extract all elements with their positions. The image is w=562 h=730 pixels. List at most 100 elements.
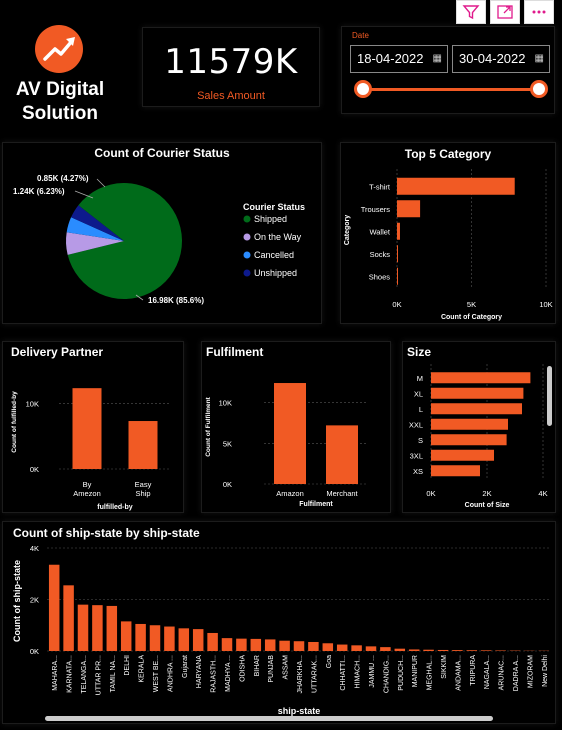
category-card: Top 5 Category 0K 5K 10K T-shirt Trousers Wal… (340, 142, 556, 324)
x-tick-label: 2K (482, 489, 491, 498)
bar[interactable] (437, 649, 449, 651)
bar[interactable] (293, 641, 305, 651)
x-tick-label: RAJASTH... (211, 655, 218, 693)
filter-icon[interactable] (456, 0, 486, 24)
y-tick-label: Trousers (361, 205, 391, 214)
visual-toolbar (456, 0, 554, 24)
x-tick-label: New Delhi (542, 655, 549, 687)
bar[interactable] (408, 649, 420, 651)
start-date-input[interactable]: 18-04-2022 ▦ (350, 45, 448, 73)
bar[interactable] (308, 641, 319, 651)
fulfilment-bar-chart: 0K 5K 10K Amazon Merchant Fulfilment Count of … (205, 383, 368, 508)
legend-item-label[interactable]: Shipped (254, 214, 287, 224)
bar[interactable] (149, 625, 161, 651)
bar[interactable] (452, 650, 463, 651)
bar[interactable] (178, 628, 190, 651)
bar[interactable] (326, 425, 358, 484)
more-options-icon[interactable] (524, 0, 554, 24)
x-tick-label: 5K (467, 300, 476, 309)
bar[interactable] (431, 372, 531, 384)
x-tick-label: ODISHA (239, 655, 246, 682)
x-tick-label: TELANGA... (81, 655, 88, 694)
bar[interactable] (431, 418, 508, 430)
end-date-value: 30-04-2022 (459, 51, 526, 66)
bar[interactable] (92, 605, 103, 651)
bar[interactable] (77, 604, 89, 651)
bar[interactable] (192, 629, 204, 651)
bar[interactable] (397, 222, 400, 240)
bar[interactable] (221, 638, 233, 651)
bar[interactable] (128, 421, 158, 469)
x-axis-title: fulfilled-by (97, 504, 132, 511)
legend-item-label[interactable]: Cancelled (254, 250, 294, 260)
y-tick-label: Socks (370, 250, 391, 259)
bar[interactable] (431, 434, 507, 446)
bar[interactable] (120, 621, 132, 651)
bar[interactable] (279, 640, 290, 651)
calendar-icon[interactable]: ▦ (433, 46, 442, 72)
x-tick-label: PUDUCH... (398, 655, 405, 691)
size-card: Size 0K 2K 4K M XL L XXL S 3XL XS Count of Size (402, 341, 556, 513)
pie-data-label: 0.85K (4.27%) (37, 174, 89, 183)
bar[interactable] (431, 387, 524, 399)
bar[interactable] (106, 605, 118, 651)
date-slicer-label: Date (352, 31, 369, 40)
size-bar-chart: 0K 2K 4K M XL L XXL S 3XL XS Count of Size (409, 364, 548, 509)
bar[interactable] (423, 649, 434, 651)
calendar-icon[interactable]: ▦ (535, 46, 544, 72)
bar[interactable] (495, 650, 506, 651)
bar[interactable] (336, 644, 348, 651)
x-tick-label: Goa (326, 655, 333, 668)
focus-mode-icon[interactable] (490, 0, 520, 24)
bar[interactable] (236, 638, 247, 651)
bar[interactable] (480, 650, 492, 651)
slider-start-handle[interactable] (354, 80, 372, 98)
bar[interactable] (431, 403, 522, 415)
y-tick-label: S (418, 436, 423, 445)
legend-marker (243, 269, 251, 277)
bar[interactable] (351, 645, 362, 651)
x-tick-label: ANDHRA ... (167, 655, 174, 692)
bar[interactable] (397, 267, 398, 285)
size-scrollbar[interactable] (547, 366, 552, 426)
legend-item-label[interactable]: Unshipped (254, 268, 297, 278)
x-tick-label: MADHYA ... (225, 655, 232, 692)
bar[interactable] (431, 449, 494, 461)
x-tick-label: NAGALA... (484, 655, 491, 689)
x-tick-label: CHANDIG... (383, 655, 390, 693)
x-tick-label: Gujarat (182, 655, 189, 678)
bar[interactable] (63, 585, 74, 651)
bar[interactable] (135, 623, 146, 651)
bar[interactable] (72, 388, 102, 469)
legend-item-label[interactable]: On the Way (254, 232, 302, 242)
state-bar-chart: 0K 2K 4K MAHARA... KARNATA... TELANGA... UTTAR… (12, 544, 551, 716)
x-tick-label: Easy (135, 480, 152, 489)
bar[interactable] (207, 632, 218, 651)
bar[interactable] (48, 564, 60, 651)
bar[interactable] (274, 383, 306, 484)
bar[interactable] (397, 177, 515, 195)
bar[interactable] (164, 626, 175, 651)
kpi-card: 11579K Sales Amount (142, 27, 320, 107)
y-axis-title: Count of Fulfilment (205, 396, 212, 456)
x-tick-label: HIMACH... (355, 655, 362, 689)
bar[interactable] (250, 638, 262, 651)
x-tick-label: PUNJAB (268, 655, 275, 683)
kpi-value: 11579K (164, 42, 298, 82)
x-tick-label: SIKKIM (441, 655, 448, 679)
bar[interactable] (466, 650, 478, 651)
x-tick-label: KARNATA... (67, 655, 74, 693)
bar[interactable] (365, 646, 377, 651)
bar[interactable] (397, 245, 398, 263)
bar[interactable] (264, 639, 276, 651)
slider-end-handle[interactable] (530, 80, 548, 98)
bar[interactable] (394, 648, 406, 651)
end-date-input[interactable]: 30-04-2022 ▦ (452, 45, 550, 73)
bar[interactable] (380, 647, 391, 651)
bar[interactable] (322, 643, 334, 651)
y-tick-label: 5K (223, 439, 232, 448)
state-scrollbar[interactable] (45, 716, 493, 721)
bar[interactable] (397, 200, 421, 218)
y-tick-label: T-shirt (369, 182, 391, 191)
bar[interactable] (431, 465, 480, 477)
